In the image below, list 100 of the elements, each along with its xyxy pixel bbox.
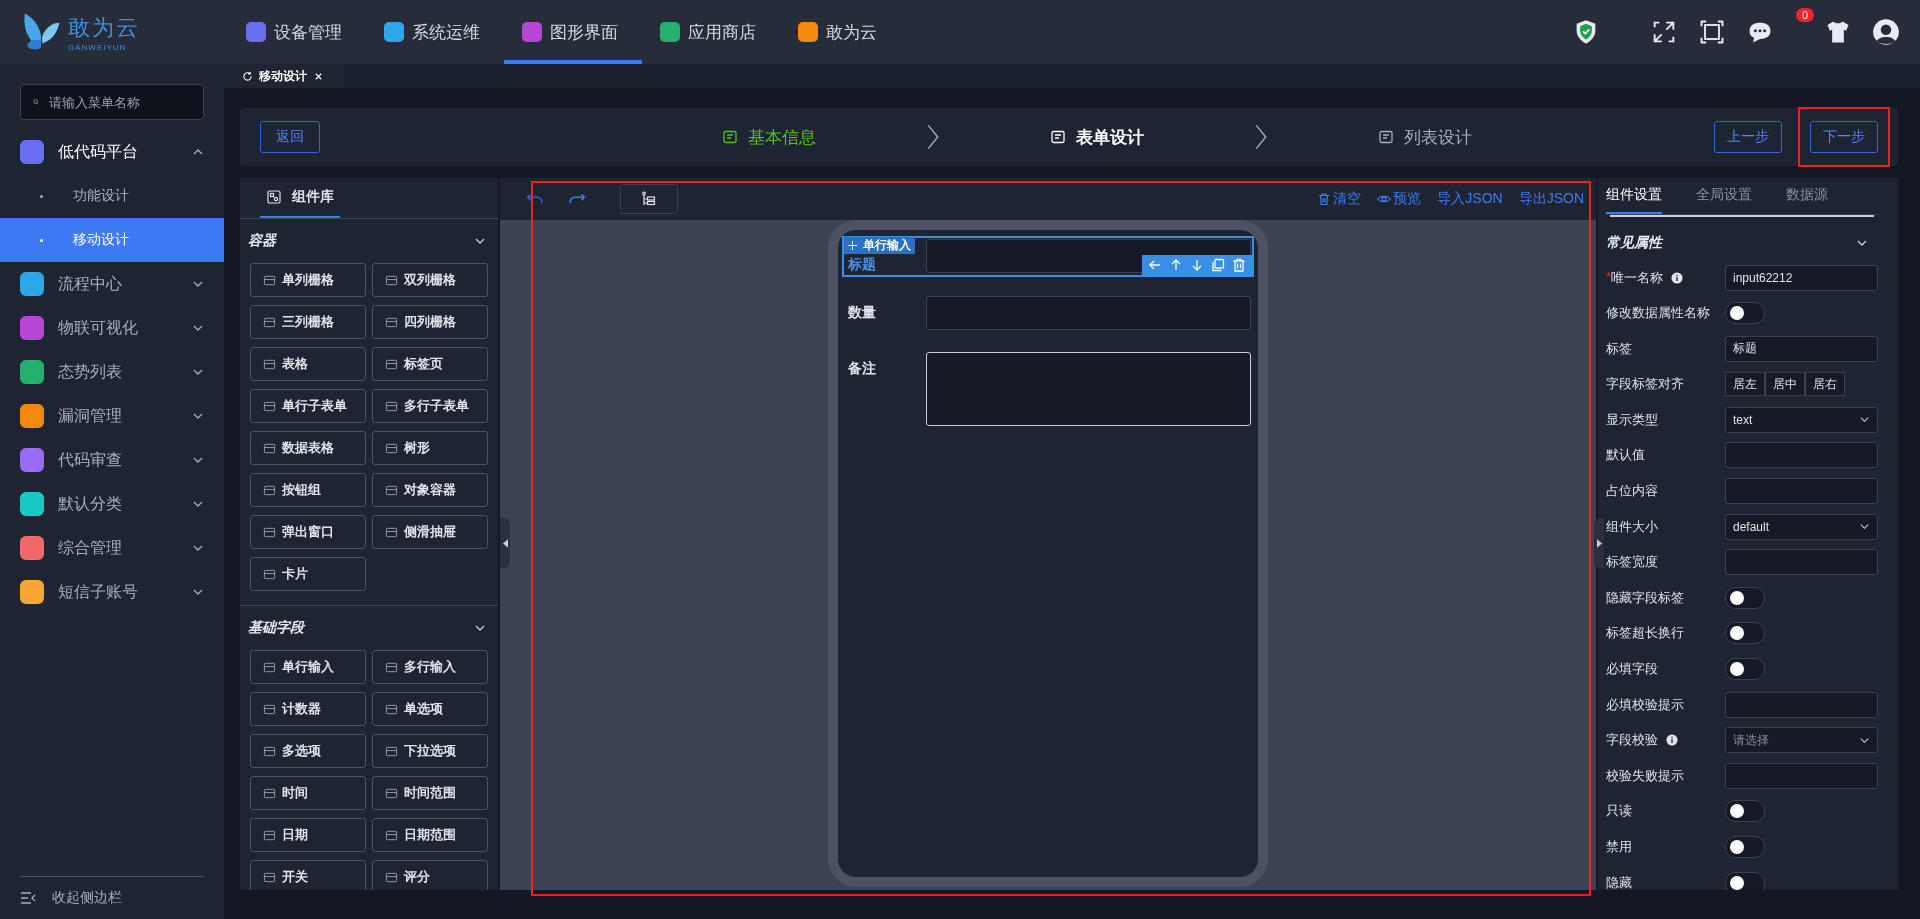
form-field[interactable]: 数量 — [842, 293, 1254, 333]
menu-item[interactable]: 物联可视化 — [0, 306, 224, 350]
arrow-left-icon[interactable] — [1148, 258, 1162, 272]
refresh-icon[interactable] — [242, 70, 253, 82]
radio-button[interactable]: 居左 — [1725, 372, 1765, 397]
select-field[interactable]: 请选择 — [1725, 727, 1878, 754]
property-label: 唯一名称 — [1611, 268, 1664, 287]
info-icon[interactable] — [1671, 271, 1684, 284]
nav-tab[interactable]: 系统运维 — [366, 0, 504, 64]
menu-label: 代码审查 — [58, 449, 123, 470]
next-button[interactable]: 下一步 — [1810, 121, 1878, 153]
input-box[interactable]: input62212 — [1725, 264, 1878, 291]
back-button[interactable]: 返回 — [260, 121, 320, 153]
input-box[interactable] — [1725, 442, 1878, 469]
submenu-item[interactable]: 移动设计 — [0, 218, 224, 262]
toolbar-link[interactable]: 导出JSON — [1518, 190, 1584, 208]
component-button[interactable]: 日期 — [250, 818, 366, 852]
menu-search-box[interactable]: 请输入菜单名称 — [20, 84, 204, 120]
component-button[interactable]: 时间范围 — [372, 776, 488, 810]
component-button[interactable]: 单列栅格 — [250, 263, 366, 297]
component-button[interactable]: 按钮组 — [250, 473, 366, 507]
toggle-switch[interactable] — [1725, 658, 1765, 681]
component-button[interactable]: 多行输入 — [372, 650, 488, 684]
property-label: 显示类型 — [1606, 410, 1658, 429]
menu-item[interactable]: 综合管理 — [0, 526, 224, 570]
input-box[interactable] — [1725, 691, 1878, 718]
input-box[interactable]: 标题 — [1725, 335, 1878, 362]
component-button[interactable]: 多选项 — [250, 734, 366, 768]
toggle-switch[interactable] — [1725, 800, 1765, 823]
collapse-sidebar-link[interactable]: 收起侧边栏 — [52, 889, 122, 907]
menu-item[interactable]: 短信子账号 — [0, 570, 224, 614]
radio-button[interactable]: 居中 — [1765, 372, 1805, 397]
toolbar-link[interactable]: 清空 — [1317, 190, 1362, 208]
input-box[interactable] — [1725, 478, 1878, 505]
arrow-up-icon[interactable] — [1169, 258, 1183, 272]
collapse-handle[interactable] — [1594, 518, 1604, 568]
select-field[interactable]: text — [1725, 406, 1878, 433]
avatar-icon[interactable] — [1872, 18, 1900, 46]
component-button[interactable]: 时间 — [250, 776, 366, 810]
menu-item[interactable]: 流程中心 — [0, 262, 224, 306]
component-tag[interactable]: 单行输入 — [844, 237, 915, 254]
frame-icon[interactable] — [1698, 18, 1726, 46]
trash-icon[interactable] — [1232, 258, 1246, 272]
radio-button[interactable]: 居右 — [1805, 372, 1845, 397]
settings-tab[interactable]: 数据源 — [1786, 178, 1828, 214]
property-label: 只读 — [1606, 802, 1632, 821]
nav-tab[interactable]: 敢为云 — [780, 0, 918, 64]
component-button[interactable]: 数据表格 — [250, 431, 366, 465]
settings-tab[interactable]: 全局设置 — [1696, 178, 1752, 214]
component-button[interactable]: 单选项 — [372, 692, 488, 726]
tree-button[interactable] — [620, 184, 678, 214]
library-tab[interactable]: 组件库 — [260, 178, 340, 218]
submenu-item[interactable]: 功能设计 — [0, 174, 224, 218]
toggle-switch[interactable] — [1725, 622, 1765, 645]
nav-tab[interactable]: 应用商店 — [642, 0, 780, 64]
component-button[interactable]: 计数器 — [250, 692, 366, 726]
component-button[interactable]: 标签页 — [372, 347, 488, 381]
form-field[interactable]: 单行输入 标题 — [842, 236, 1254, 277]
toolbar-link[interactable]: 导入JSON — [1437, 190, 1503, 208]
arrow-down-icon[interactable] — [1190, 258, 1204, 272]
settings-tab[interactable]: 组件设置 — [1606, 178, 1662, 214]
component-button[interactable]: 卡片 — [250, 557, 366, 591]
input-box[interactable] — [1725, 762, 1878, 789]
toggle-switch[interactable] — [1725, 586, 1765, 609]
menu-item[interactable]: 态势列表 — [0, 350, 224, 394]
menu-search-field[interactable]: 请输入菜单名称 — [47, 93, 191, 111]
component-button[interactable]: 三列栅格 — [250, 305, 366, 339]
input-field[interactable] — [926, 296, 1251, 330]
component-button[interactable]: 四列栅格 — [372, 305, 488, 339]
textarea-field[interactable] — [926, 352, 1251, 426]
menu-item[interactable]: 漏洞管理 — [0, 394, 224, 438]
copy-icon[interactable] — [1211, 258, 1225, 272]
toggle-switch[interactable] — [1725, 836, 1765, 858]
input-box[interactable] — [1725, 549, 1878, 576]
component-button[interactable]: 侧滑抽屉 — [372, 515, 488, 549]
menu-item[interactable]: 默认分类 — [0, 482, 224, 526]
select-field[interactable]: default — [1725, 513, 1878, 540]
component-button[interactable]: 单行子表单 — [250, 389, 366, 423]
menu-item[interactable]: 低代码平台 — [0, 130, 224, 174]
previous-button[interactable]: 上一步 — [1714, 121, 1782, 153]
component-button[interactable]: 日期范围 — [372, 818, 488, 852]
form-field[interactable]: 备注 — [842, 349, 1254, 429]
component-button[interactable]: 下拉选项 — [372, 734, 488, 768]
menu-item[interactable]: 代码审查 — [0, 438, 224, 482]
toolbar-link[interactable]: 预览 — [1377, 190, 1422, 208]
component-button[interactable]: 评分 — [372, 860, 488, 890]
collapse-icon[interactable] — [20, 890, 36, 906]
info-icon[interactable] — [1666, 734, 1678, 747]
component-button[interactable]: 树形 — [372, 431, 488, 465]
component-button[interactable]: 多行子表单 — [372, 389, 488, 423]
nav-tab[interactable]: 设备管理 — [228, 0, 366, 64]
component-button[interactable]: 对象容器 — [372, 473, 488, 507]
component-button[interactable]: 开关 — [250, 860, 366, 890]
component-button[interactable]: 弹出窗口 — [250, 515, 366, 549]
toggle-switch[interactable] — [1725, 302, 1765, 325]
collapse-handle[interactable] — [500, 518, 510, 568]
toggle-switch[interactable] — [1725, 871, 1765, 890]
component-button[interactable]: 单行输入 — [250, 650, 366, 684]
component-button[interactable]: 双列栅格 — [372, 263, 488, 297]
component-button[interactable]: 表格 — [250, 347, 366, 381]
